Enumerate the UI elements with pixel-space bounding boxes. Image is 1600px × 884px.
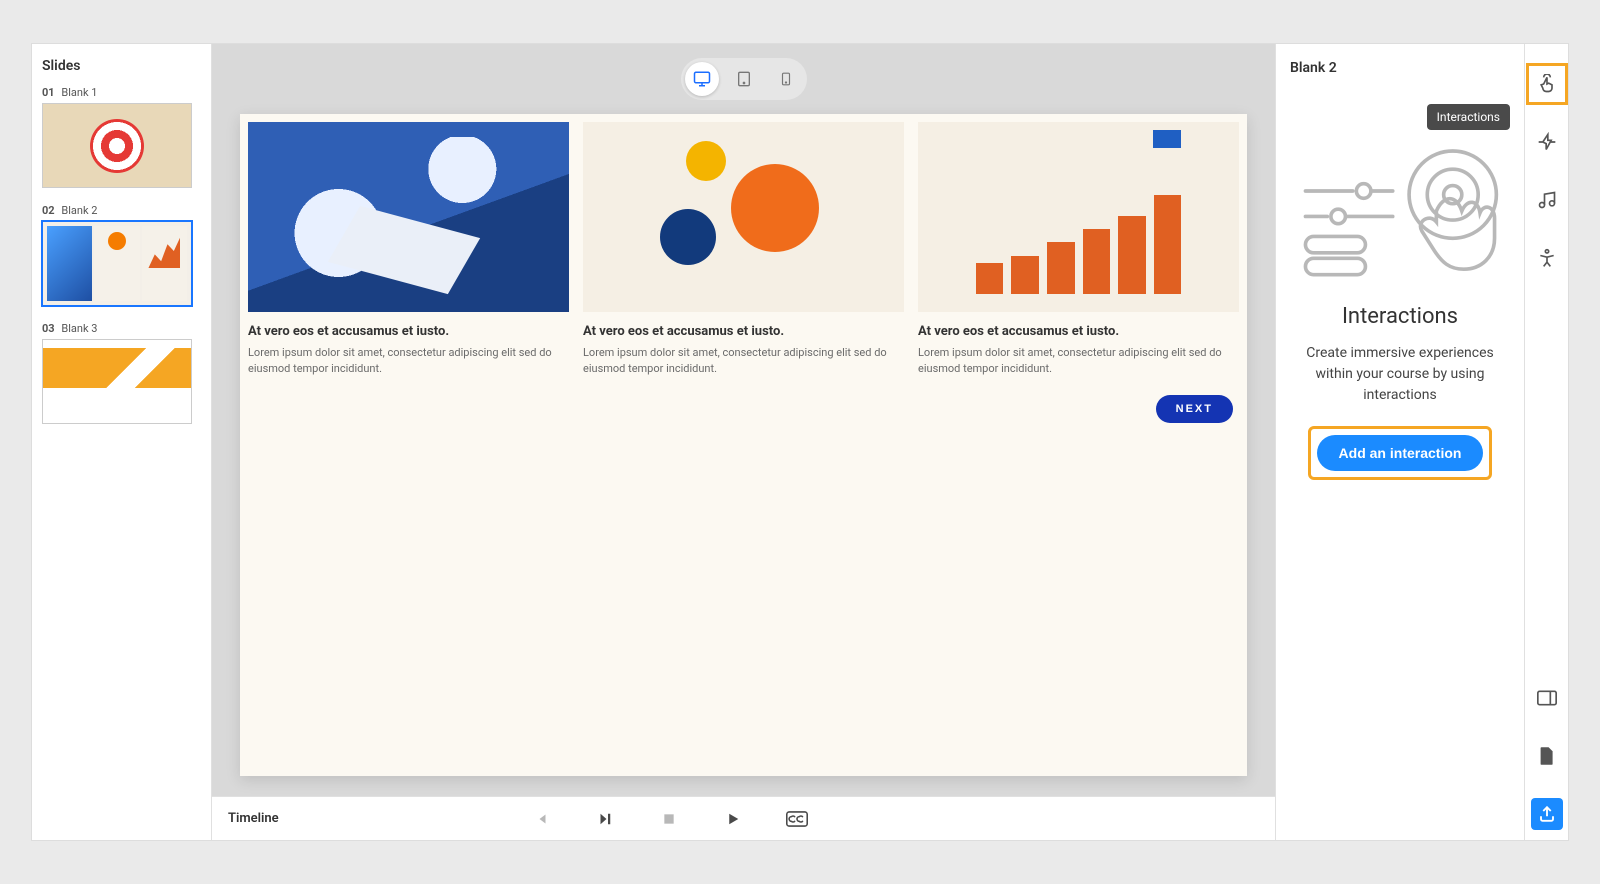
interactions-tooltip: Interactions: [1427, 104, 1510, 130]
timeline-step-back-button[interactable]: [529, 807, 553, 831]
play-icon: [724, 810, 742, 828]
rail-accessibility-button[interactable]: [1531, 242, 1563, 274]
rail-audio-button[interactable]: [1531, 184, 1563, 216]
card-title: At vero eos et accusamus et iusto.: [248, 324, 569, 339]
slide-thumb-image: [42, 339, 192, 424]
add-interaction-button[interactable]: Add an interaction: [1317, 435, 1484, 471]
timeline-title: Timeline: [228, 811, 279, 826]
tablet-icon: [736, 71, 752, 87]
add-interaction-highlight: Add an interaction: [1308, 426, 1493, 480]
slide-canvas[interactable]: At vero eos et accusamus et iusto. Lorem…: [240, 114, 1247, 776]
slides-title: Slides: [42, 58, 201, 74]
slide-name: Blank 2: [61, 204, 97, 217]
slide-thumb-2[interactable]: 02 Blank 2: [42, 204, 201, 306]
slide-num: 03: [42, 322, 55, 335]
play-pause-icon: [596, 810, 614, 828]
slide-num: 01: [42, 86, 55, 99]
share-icon: [1538, 805, 1556, 823]
device-desktop-button[interactable]: [685, 62, 719, 96]
card-title: At vero eos et accusamus et iusto.: [918, 324, 1239, 339]
device-toggle: [681, 58, 807, 100]
card-image: [583, 122, 904, 312]
rail-triggers-button[interactable]: [1531, 126, 1563, 158]
rail-panel-toggle-button[interactable]: [1531, 682, 1563, 714]
panel-icon: [1537, 690, 1557, 706]
panel-description: Create immersive experiences within your…: [1290, 343, 1510, 406]
monitor-icon: [693, 70, 711, 88]
card-body: Lorem ipsum dolor sit amet, consectetur …: [583, 345, 904, 377]
music-icon: [1537, 190, 1557, 210]
next-button[interactable]: NEXT: [1156, 395, 1233, 423]
mobile-icon: [779, 71, 793, 87]
card-row: At vero eos et accusamus et iusto. Lorem…: [248, 122, 1239, 377]
slide-num: 02: [42, 204, 55, 217]
slide-thumb-3[interactable]: 03 Blank 3: [42, 322, 201, 424]
main-row: Slides 01 Blank 1 02 Blank 2 03 Blank 3: [32, 44, 1568, 840]
stop-icon: [661, 811, 677, 827]
card-title: At vero eos et accusamus et iusto.: [583, 324, 904, 339]
card-2[interactable]: At vero eos et accusamus et iusto. Lorem…: [583, 122, 904, 377]
device-tablet-button[interactable]: [727, 62, 761, 96]
timeline-play-pause-button[interactable]: [593, 807, 617, 831]
cc-icon: [786, 811, 808, 827]
card-image: [248, 122, 569, 312]
slide-thumb-image: [42, 221, 192, 306]
rail-document-button[interactable]: [1531, 740, 1563, 772]
timeline-stop-button[interactable]: [657, 807, 681, 831]
rail-share-button[interactable]: [1531, 798, 1563, 830]
tool-rail: [1524, 44, 1568, 840]
panel-heading: Interactions: [1290, 304, 1510, 329]
slide-name: Blank 3: [61, 322, 97, 335]
slide-thumb-1[interactable]: 01 Blank 1: [42, 86, 201, 188]
timeline-cc-button[interactable]: [785, 807, 809, 831]
rail-interactions-button[interactable]: [1531, 68, 1563, 100]
timeline-bar: Timeline: [212, 796, 1275, 840]
document-icon: [1539, 746, 1555, 766]
right-panel: Blank 2 Interactions Create immersive ex…: [1276, 44, 1568, 840]
touch-icon: [1537, 74, 1557, 94]
slide-thumb-image: [42, 103, 192, 188]
properties-panel: Blank 2 Interactions Create immersive ex…: [1276, 44, 1524, 840]
device-mobile-button[interactable]: [769, 62, 803, 96]
timeline-controls: [529, 807, 809, 831]
properties-slide-name: Blank 2: [1290, 60, 1510, 76]
card-3[interactable]: At vero eos et accusamus et iusto. Lorem…: [918, 122, 1239, 377]
timeline-play-button[interactable]: [721, 807, 745, 831]
card-body: Lorem ipsum dolor sit amet, consectetur …: [248, 345, 569, 377]
interactions-illustration-icon: [1300, 136, 1500, 286]
slides-panel: Slides 01 Blank 1 02 Blank 2 03 Blank 3: [32, 44, 212, 840]
step-back-icon: [532, 810, 550, 828]
canvas-area: At vero eos et accusamus et iusto. Lorem…: [212, 44, 1276, 840]
app-window: Slides 01 Blank 1 02 Blank 2 03 Blank 3: [32, 44, 1568, 840]
bolt-icon: [1537, 132, 1557, 152]
slide-name: Blank 1: [61, 86, 97, 99]
card-1[interactable]: At vero eos et accusamus et iusto. Lorem…: [248, 122, 569, 377]
card-image: [918, 122, 1239, 312]
card-body: Lorem ipsum dolor sit amet, consectetur …: [918, 345, 1239, 377]
accessibility-icon: [1537, 248, 1557, 268]
